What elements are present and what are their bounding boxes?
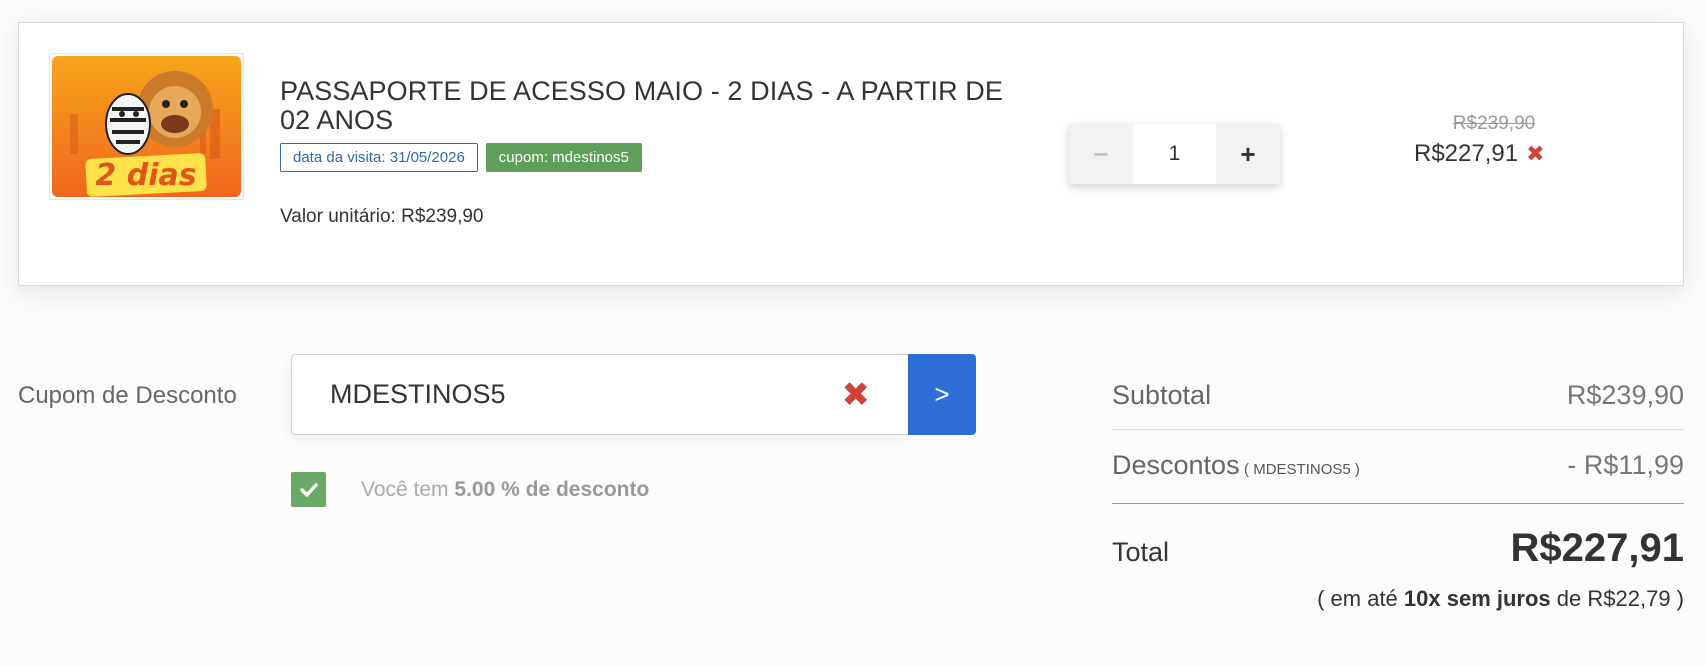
thumbnail-caption: 2 dias — [95, 158, 196, 193]
item-tags: data da visita: 31/05/2026 cupom: mdesti… — [280, 143, 642, 172]
coupon-input[interactable] — [330, 379, 842, 410]
installments-close: de R$22,79 ) — [1556, 586, 1684, 611]
coupon-form: ✖ > — [291, 354, 976, 435]
product-image: 2 dias — [52, 56, 241, 197]
apply-coupon-button[interactable]: > — [908, 354, 976, 435]
discount-row: Descontos ( MDESTINOS5 ) - R$11,99 — [1112, 430, 1684, 504]
order-summary: Subtotal R$239,90 Descontos ( MDESTINOS5… — [1112, 368, 1684, 578]
product-thumbnail[interactable]: 2 dias — [49, 53, 244, 200]
total-label: Total — [1112, 537, 1170, 567]
coupon-input-wrapper: ✖ — [291, 354, 908, 435]
installments-count: 10x sem juros — [1403, 586, 1551, 611]
discount-code: ( MDESTINOS5 ) — [1244, 461, 1360, 478]
installments-info: ( em até 10x sem juros de R$22,79 ) — [1112, 586, 1684, 612]
original-price: R$239,90 — [1452, 113, 1536, 134]
product-title[interactable]: PASSAPORTE DE ACESSO MAIO - 2 DIAS - A P… — [280, 77, 1020, 135]
coupon-label: Cupom de Desconto — [18, 382, 237, 409]
total-row: Total R$227,91 — [1112, 504, 1684, 578]
unit-price: Valor unitário: R$239,90 — [280, 206, 484, 227]
clear-coupon-icon[interactable]: ✖ — [842, 378, 871, 412]
total-value: R$227,91 — [1510, 526, 1684, 570]
coupon-tag: cupom: mdestinos5 — [485, 143, 642, 172]
decrease-quantity-button[interactable]: − — [1069, 124, 1133, 184]
increase-quantity-button[interactable]: + — [1216, 124, 1280, 184]
quantity-value[interactable]: 1 — [1133, 124, 1216, 184]
discounted-price: R$227,91 — [1414, 140, 1519, 167]
visit-date-tag: data da visita: 31/05/2026 — [280, 143, 478, 172]
cart-item: 2 dias PASSAPORTE DE ACESSO MAIO - 2 DIA… — [18, 22, 1684, 286]
check-icon — [291, 472, 326, 507]
item-price: R$227,91 ✖ — [1414, 140, 1545, 168]
installments-open: ( em até — [1317, 586, 1398, 611]
discount-message: Você tem 5.00 % de desconto — [361, 478, 649, 502]
discount-label-group: Descontos ( MDESTINOS5 ) — [1112, 450, 1360, 481]
subtotal-value: R$239,90 — [1566, 380, 1684, 410]
quantity-stepper: − 1 + — [1069, 124, 1280, 184]
subtotal-row: Subtotal R$239,90 — [1112, 368, 1684, 430]
discount-percent: 5.00 % de desconto — [454, 478, 650, 501]
discount-message-prefix: Você tem — [361, 478, 449, 501]
discount-value: - R$11,99 — [1567, 450, 1684, 480]
remove-item-icon[interactable]: ✖ — [1526, 143, 1544, 165]
subtotal-label: Subtotal — [1112, 380, 1212, 410]
discount-label: Descontos — [1112, 450, 1240, 480]
